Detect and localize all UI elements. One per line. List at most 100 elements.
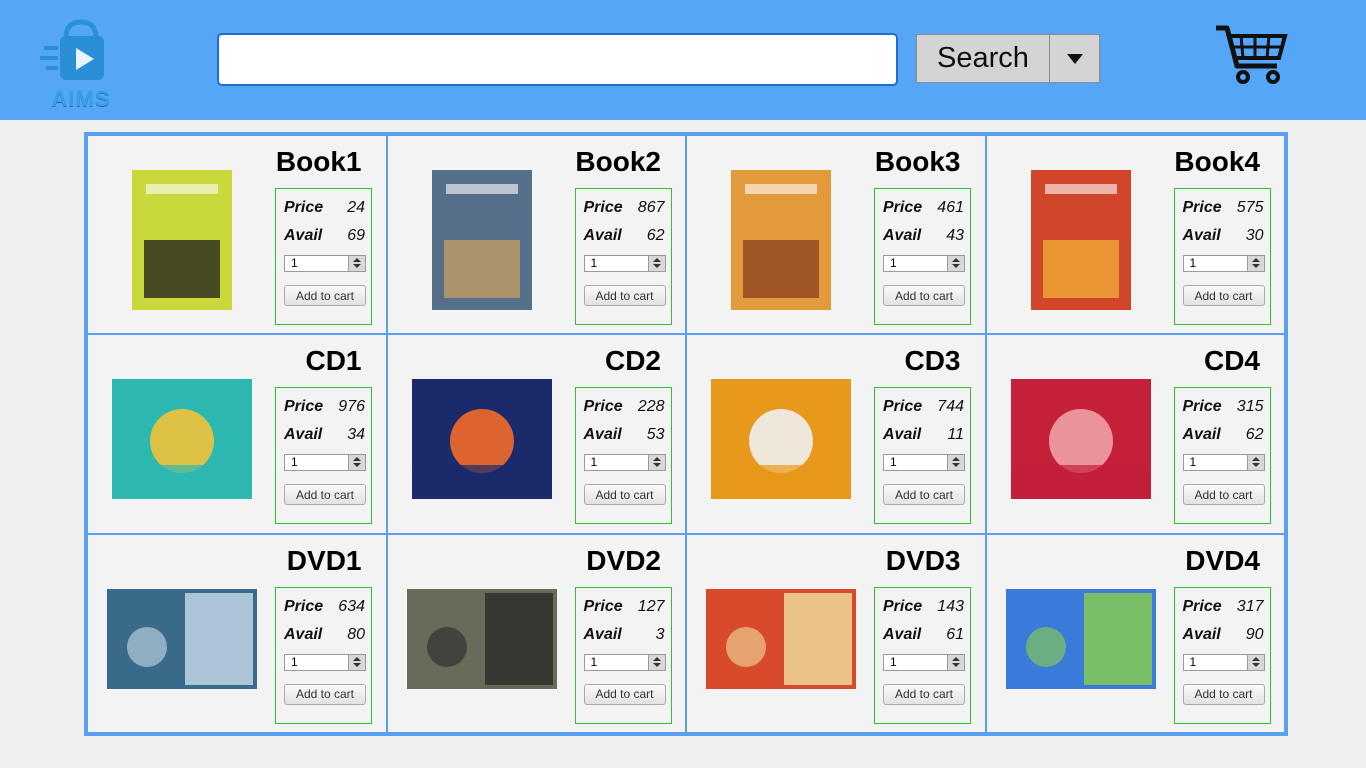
add-to-cart-button[interactable]: Add to cart	[1182, 484, 1265, 506]
stepper-arrows-icon[interactable]	[947, 256, 964, 271]
product-card: Book2 Price 867 Avail 62 1 Add to cart	[386, 135, 686, 335]
stepper-arrows-icon[interactable]	[647, 654, 665, 670]
product-cover-image[interactable]	[701, 369, 861, 509]
add-to-cart-button[interactable]: Add to cart	[883, 484, 965, 506]
add-to-cart-button[interactable]: Add to cart	[883, 683, 965, 705]
price-label: Price	[583, 597, 623, 615]
product-cover-image[interactable]	[1001, 569, 1161, 709]
add-to-cart-button[interactable]: Add to cart	[583, 285, 666, 306]
avail-row: Avail 30	[1183, 227, 1264, 245]
product-cover-image[interactable]	[402, 369, 562, 509]
header-bar: AIMS Search	[0, 0, 1366, 120]
avail-row: Avail 43	[883, 227, 964, 245]
product-cover-image[interactable]	[701, 569, 861, 709]
stepper-arrows-icon[interactable]	[947, 455, 964, 471]
avail-row: Avail 62	[584, 227, 665, 245]
avail-label: Avail	[883, 227, 922, 244]
stepper-arrows-icon[interactable]	[1246, 455, 1264, 471]
price-value: 317	[1236, 597, 1264, 615]
product-title: DVD4	[1185, 544, 1260, 576]
product-card: Book3 Price 461 Avail 43 1 Add to cart	[686, 135, 986, 335]
product-cover-image[interactable]	[1001, 369, 1161, 509]
quantity-stepper[interactable]: 1	[284, 454, 366, 472]
stepper-arrows-icon[interactable]	[647, 256, 665, 271]
product-cover-image[interactable]	[102, 569, 262, 709]
product-info-panel: Price 575 Avail 30 1 Add to cart	[1173, 188, 1271, 325]
caret-down-icon	[1066, 53, 1083, 64]
price-row: Price 315	[1183, 398, 1264, 416]
quantity-stepper[interactable]: 1	[583, 255, 666, 272]
add-to-cart-button[interactable]: Add to cart	[883, 285, 965, 306]
product-info-panel: Price 867 Avail 62 1 Add to cart	[574, 188, 672, 325]
product-card: Book4 Price 575 Avail 30 1 Add to cart	[985, 135, 1285, 335]
product-card: DVD4 Price 317 Avail 90 1 Add to cart	[985, 533, 1285, 733]
price-value: 461	[937, 199, 964, 216]
stepper-arrows-icon[interactable]	[348, 256, 365, 271]
add-to-cart-button[interactable]: Add to cart	[1182, 683, 1265, 705]
product-info-panel: Price 461 Avail 43 1 Add to cart	[874, 188, 971, 325]
quantity-stepper[interactable]: 1	[1182, 255, 1265, 272]
add-to-cart-button[interactable]: Add to cart	[284, 484, 366, 506]
avail-value: 61	[946, 625, 964, 643]
stepper-arrows-icon[interactable]	[1246, 256, 1264, 271]
product-title: CD3	[904, 345, 961, 377]
cart-button[interactable]	[1213, 22, 1289, 86]
quantity-value: 1	[890, 455, 897, 470]
search-input[interactable]	[217, 33, 898, 86]
quantity-value: 1	[590, 256, 598, 270]
add-to-cart-button[interactable]: Add to cart	[583, 484, 666, 506]
quantity-value: 1	[1189, 654, 1197, 669]
stepper-arrows-icon[interactable]	[647, 455, 665, 471]
avail-value: 62	[646, 227, 665, 244]
price-value: 867	[637, 199, 665, 216]
avail-label: Avail	[583, 227, 622, 244]
quantity-value: 1	[590, 654, 598, 669]
stepper-arrows-icon[interactable]	[348, 455, 365, 471]
product-cover-image[interactable]	[402, 569, 562, 709]
quantity-stepper[interactable]: 1	[284, 653, 366, 671]
quantity-stepper[interactable]: 1	[284, 255, 366, 272]
quantity-value: 1	[1189, 256, 1197, 270]
product-info-panel: Price 127 Avail 3 1 Add to cart	[574, 586, 672, 724]
cover-art-image	[107, 588, 257, 689]
price-row: Price 976	[284, 398, 365, 416]
add-to-cart-button[interactable]: Add to cart	[284, 285, 366, 306]
aims-logo[interactable]: AIMS	[38, 18, 124, 112]
product-cover-image[interactable]	[701, 170, 861, 310]
quantity-stepper[interactable]: 1	[1182, 454, 1265, 472]
quantity-stepper[interactable]: 1	[583, 653, 666, 671]
avail-label: Avail	[883, 426, 922, 444]
cover-art-image	[406, 588, 557, 689]
avail-label: Avail	[1182, 625, 1221, 643]
add-to-cart-button[interactable]: Add to cart	[284, 683, 366, 705]
product-info-panel: Price 976 Avail 34 1 Add to cart	[275, 387, 372, 525]
search-button[interactable]: Search	[916, 34, 1050, 83]
add-to-cart-button[interactable]: Add to cart	[583, 683, 666, 705]
product-card: DVD2 Price 127 Avail 3 1 Add to cart	[386, 533, 686, 733]
product-cover-image[interactable]	[102, 369, 262, 509]
product-cover-image[interactable]	[102, 170, 262, 310]
product-card: DVD3 Price 143 Avail 61 1 Add to cart	[686, 533, 986, 733]
quantity-stepper[interactable]: 1	[883, 255, 965, 272]
quantity-stepper[interactable]: 1	[883, 653, 965, 671]
product-cover-image[interactable]	[402, 170, 562, 310]
stepper-arrows-icon[interactable]	[947, 654, 964, 670]
search-dropdown-button[interactable]	[1049, 34, 1100, 83]
stepper-arrows-icon[interactable]	[348, 654, 365, 670]
product-info-panel: Price 744 Avail 11 1 Add to cart	[874, 387, 971, 525]
price-label: Price	[284, 199, 324, 216]
cover-art-image	[1010, 379, 1151, 500]
price-label: Price	[284, 398, 324, 416]
price-label: Price	[1182, 199, 1222, 216]
price-value: 127	[637, 597, 665, 615]
product-cover-image[interactable]	[1001, 170, 1161, 310]
add-to-cart-button[interactable]: Add to cart	[1182, 285, 1265, 306]
price-row: Price 228	[584, 398, 665, 416]
quantity-stepper[interactable]: 1	[883, 454, 965, 472]
quantity-value: 1	[1189, 455, 1197, 470]
quantity-stepper[interactable]: 1	[583, 454, 666, 472]
cover-art-image	[1030, 170, 1131, 310]
avail-label: Avail	[583, 426, 622, 444]
stepper-arrows-icon[interactable]	[1246, 654, 1264, 670]
quantity-stepper[interactable]: 1	[1182, 653, 1265, 671]
